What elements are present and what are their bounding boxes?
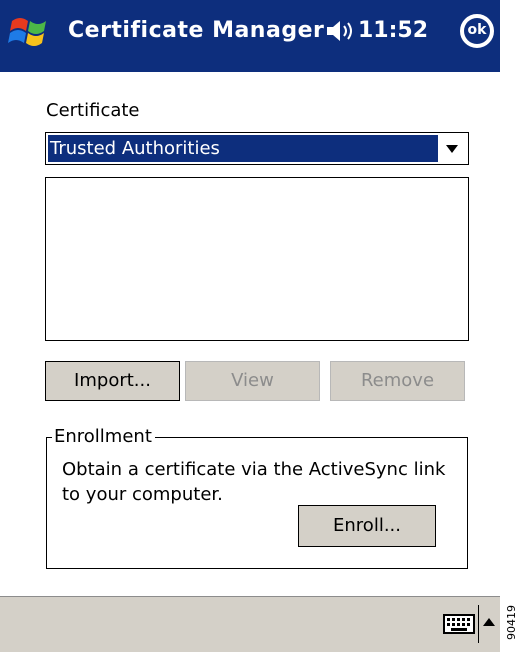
certificate-list[interactable]	[45, 177, 469, 341]
chevron-down-icon[interactable]	[446, 145, 458, 154]
windows-flag-icon[interactable]	[6, 7, 54, 59]
certificate-selected-value: Trusted Authorities	[48, 135, 438, 162]
ok-label: ok	[464, 18, 490, 44]
enrollment-legend: Enrollment	[52, 426, 155, 447]
view-button[interactable]: View	[185, 361, 320, 401]
speaker-icon[interactable]	[325, 18, 355, 44]
figure-id: 90419	[505, 605, 518, 640]
clock[interactable]: 11:52	[358, 18, 428, 43]
remove-button[interactable]: Remove	[330, 361, 465, 401]
enroll-button[interactable]: Enroll...	[298, 505, 436, 547]
import-button[interactable]: Import...	[45, 361, 180, 401]
title-bar: Certificate Manager 11:52 ok	[0, 0, 500, 88]
certificate-dropdown[interactable]: Trusted Authorities	[45, 132, 469, 165]
enrollment-description: Obtain a certificate via the ActiveSync …	[62, 459, 446, 505]
caret-up-icon[interactable]	[483, 617, 495, 627]
app-title: Certificate Manager	[68, 18, 325, 43]
menu-divider	[478, 605, 479, 643]
certificate-label: Certificate	[46, 100, 140, 121]
keyboard-icon[interactable]	[442, 609, 476, 639]
ok-button[interactable]: ok	[460, 14, 494, 48]
menu-bar	[0, 596, 500, 652]
